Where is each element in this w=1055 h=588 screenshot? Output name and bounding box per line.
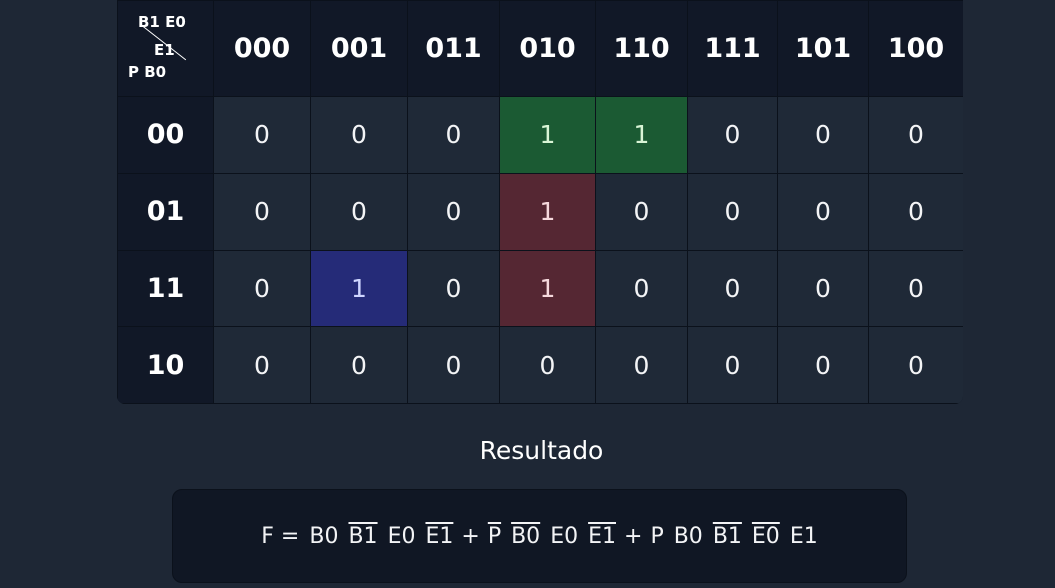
formula-literal: E1 <box>789 523 818 549</box>
formula-expression: F = B0 B1 E0 E1 + P B0 E0 E1 + P B0 B1 E0 E1 <box>256 524 822 549</box>
kmap-cell[interactable]: 0 <box>310 96 408 174</box>
kmap-row: 10 0 0 0 0 0 0 0 0 <box>117 326 963 404</box>
kmap-cell[interactable]: 0 <box>407 172 500 251</box>
kmap-cell[interactable]: 0 <box>595 249 688 328</box>
row-header: 00 <box>117 96 214 174</box>
karnaugh-table: B1 E0 E1 P B0 000 001 011 010 110 111 101 100 0… <box>117 0 963 404</box>
formula-literal: P <box>487 523 502 549</box>
result-title: Resultado <box>479 436 604 465</box>
formula-literal: P <box>650 523 664 549</box>
kmap-cell[interactable]: 1 <box>310 249 408 328</box>
formula-literal: B0 <box>309 523 339 549</box>
formula-plus: + <box>624 523 643 549</box>
kmap-cell[interactable]: 1 <box>499 96 596 174</box>
kmap-cell[interactable]: 0 <box>687 249 778 328</box>
formula-literal: E0 <box>751 523 780 549</box>
kmap-cell[interactable]: 1 <box>499 249 596 328</box>
karnaugh-body: 00 0 0 0 1 1 0 0 0 01 0 0 0 1 0 0 0 0 11 0 1 0 1 0 0 0 0 10 0 0 0 0 0 0 0 0 <box>117 96 963 404</box>
kmap-cell[interactable]: 0 <box>687 172 778 251</box>
kmap-cell[interactable]: 0 <box>310 172 408 251</box>
formula-literal: B0 <box>673 523 703 549</box>
kmap-cell[interactable]: 0 <box>687 326 778 404</box>
kmap-cell[interactable]: 0 <box>687 96 778 174</box>
row-header: 01 <box>117 172 214 251</box>
formula-literal: E0 <box>550 523 579 549</box>
column-header: 111 <box>687 0 778 97</box>
kmap-row: 11 0 1 0 1 0 0 0 0 <box>117 249 963 328</box>
kmap-cell[interactable]: 0 <box>868 172 963 251</box>
kmap-cell[interactable]: 1 <box>499 172 596 251</box>
kmap-cell[interactable]: 0 <box>407 326 500 404</box>
kmap-cell[interactable]: 0 <box>213 249 311 328</box>
karnaugh-map: B1 E0 E1 P B0 000 001 011 010 110 111 101 100 0… <box>117 0 963 404</box>
kmap-cell[interactable]: 0 <box>213 326 311 404</box>
column-header: 001 <box>310 0 408 97</box>
kmap-cell[interactable]: 0 <box>777 249 869 328</box>
formula-literal: E1 <box>425 523 454 549</box>
kmap-cell[interactable]: 0 <box>407 249 500 328</box>
kmap-cell[interactable]: 0 <box>213 172 311 251</box>
row-header: 10 <box>117 326 214 404</box>
kmap-row: 01 0 0 0 1 0 0 0 0 <box>117 172 963 251</box>
kmap-cell[interactable]: 0 <box>595 172 688 251</box>
column-header-row: B1 E0 E1 P B0 000 001 011 010 110 111 101 100 <box>117 0 963 97</box>
kmap-cell[interactable]: 0 <box>777 96 869 174</box>
kmap-row: 00 0 0 0 1 1 0 0 0 <box>117 96 963 174</box>
kmap-cell[interactable]: 0 <box>595 326 688 404</box>
kmap-cell[interactable]: 0 <box>310 326 408 404</box>
kmap-cell[interactable]: 0 <box>777 172 869 251</box>
corner-bottom-label: P B0 <box>128 63 167 81</box>
kmap-cell[interactable]: 0 <box>777 326 869 404</box>
column-header: 000 <box>213 0 311 97</box>
kmap-cell[interactable]: 0 <box>499 326 596 404</box>
column-header: 011 <box>407 0 500 97</box>
formula-literal: B1 <box>712 523 742 549</box>
column-header: 110 <box>595 0 688 97</box>
column-header: 010 <box>499 0 596 97</box>
kmap-cell[interactable]: 0 <box>868 96 963 174</box>
formula-literal: E1 <box>588 523 616 549</box>
formula-literal: B1 <box>348 523 378 549</box>
corner-label: B1 E0 E1 P B0 <box>117 0 214 97</box>
column-header: 101 <box>777 0 869 97</box>
kmap-cell[interactable]: 0 <box>868 249 963 328</box>
kmap-cell[interactable]: 0 <box>868 326 963 404</box>
kmap-cell[interactable]: 0 <box>213 96 311 174</box>
formula-literal: B0 <box>511 523 541 549</box>
kmap-cell[interactable]: 0 <box>407 96 500 174</box>
formula-lhs: F = <box>261 523 300 549</box>
formula-literal: E0 <box>387 523 416 549</box>
formula-plus: + <box>461 523 480 549</box>
formula-box: F = B0 B1 E0 E1 + P B0 E0 E1 + P B0 B1 E0 E1 <box>172 489 907 583</box>
kmap-cell[interactable]: 1 <box>595 96 688 174</box>
column-header: 100 <box>868 0 963 97</box>
row-header: 11 <box>117 249 214 328</box>
